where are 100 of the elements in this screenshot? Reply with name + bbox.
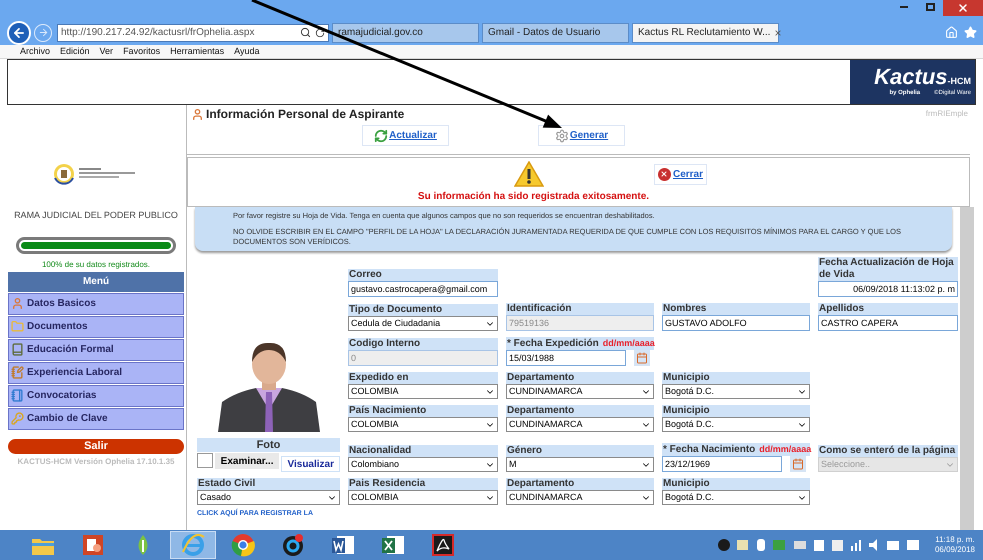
sidebar-item[interactable]: Datos Basicos bbox=[8, 292, 184, 314]
view-button[interactable]: Visualizar bbox=[281, 456, 340, 472]
calendar-icon bbox=[792, 458, 804, 470]
menu-item[interactable]: Ayuda bbox=[234, 44, 260, 58]
action-link[interactable]: Generar bbox=[538, 125, 625, 146]
folder-icon bbox=[11, 320, 24, 333]
close-icon bbox=[658, 168, 671, 180]
dropdown[interactable]: Casado bbox=[197, 490, 340, 505]
star-icon[interactable] bbox=[964, 26, 977, 39]
field-label: Codigo Interno bbox=[348, 338, 498, 350]
field-label: Foto bbox=[197, 438, 340, 452]
scrollbar[interactable] bbox=[960, 207, 974, 530]
file-path-field[interactable] bbox=[197, 453, 213, 468]
browser-tab[interactable]: Kactus RL Reclutamiento W... × bbox=[632, 22, 779, 42]
back-button[interactable] bbox=[7, 20, 31, 44]
home-icon[interactable] bbox=[945, 26, 958, 39]
field-label: Municipio bbox=[662, 372, 810, 384]
field-label: * Fecha Nacimiento bbox=[663, 444, 756, 456]
browser-tab[interactable]: ramajudicial.gov.co bbox=[332, 22, 479, 42]
menu-item[interactable]: Edición bbox=[60, 44, 90, 58]
dropdown[interactable]: Bogotá D.C. bbox=[662, 384, 810, 399]
close-link[interactable]: Cerrar bbox=[654, 164, 708, 184]
field-label: Nombres bbox=[662, 303, 810, 315]
field-label: País Nacimiento bbox=[348, 405, 498, 417]
dropdown[interactable]: CUNDINAMARCA bbox=[506, 417, 654, 432]
field-label: Departamento bbox=[506, 405, 654, 417]
dropdown[interactable]: M bbox=[506, 457, 654, 472]
dropdown[interactable]: Colombiano bbox=[348, 457, 498, 472]
browse-button[interactable]: Examinar... bbox=[214, 453, 280, 469]
logo-suffix: -HCM bbox=[948, 75, 971, 88]
key-icon bbox=[11, 412, 24, 425]
field-label: Fecha Actualización de Hoja de Vida bbox=[818, 257, 958, 281]
pdf-app-icon bbox=[432, 534, 454, 556]
action-link[interactable]: Actualizar bbox=[362, 125, 449, 146]
success-message: Su información ha sido registrada exitosamente. bbox=[418, 190, 650, 204]
date-format-hint: dd/mm/aaaa bbox=[759, 443, 812, 455]
refresh-icon[interactable] bbox=[315, 28, 325, 38]
menu-item[interactable]: Archivo bbox=[20, 44, 50, 58]
sidebar-item[interactable]: Cambio de Clave bbox=[8, 408, 184, 430]
calendar-button[interactable] bbox=[790, 456, 806, 472]
field-label: Nacionalidad bbox=[348, 445, 498, 457]
menu-item[interactable]: Ver bbox=[100, 44, 114, 58]
binder-icon bbox=[11, 389, 24, 402]
sidebar-item[interactable]: Educación Formal bbox=[8, 338, 184, 360]
field-label: Departamento bbox=[506, 372, 654, 384]
calendar-button[interactable] bbox=[634, 350, 650, 366]
text-field[interactable]: CASTRO CAPERA bbox=[818, 315, 958, 331]
address-bar[interactable]: http://190.217.24.92/kactusrl/frOphelia.aspx bbox=[57, 24, 329, 42]
logout-button[interactable]: Salir bbox=[8, 438, 184, 454]
field-label: Pais Residencia bbox=[348, 478, 498, 490]
dropdown[interactable]: COLOMBIA bbox=[348, 417, 498, 432]
page-title: Información Personal de Aspirante bbox=[206, 106, 404, 123]
field-label: Como se enteró de la página bbox=[818, 445, 958, 457]
refresh-icon bbox=[374, 128, 388, 142]
field-label: * Fecha Expedición bbox=[507, 338, 599, 350]
circle-app-icon bbox=[281, 533, 305, 557]
menu-item[interactable]: Favoritos bbox=[123, 44, 160, 58]
field-label: Estado Civil bbox=[197, 478, 340, 490]
browser-tab[interactable]: Gmail - Datos de Usuario bbox=[482, 22, 629, 42]
text-field[interactable]: gustavo.castrocapera@gmail.com bbox=[348, 281, 498, 297]
field-label: Expedido en bbox=[348, 372, 498, 384]
dropdown[interactable]: CUNDINAMARCA bbox=[506, 490, 654, 505]
clock-time: 11:18 p. m. bbox=[935, 535, 975, 545]
chrome-icon bbox=[231, 533, 255, 557]
sidebar-item[interactable]: Convocatorias bbox=[8, 384, 184, 406]
forward-arrow-icon bbox=[38, 27, 48, 38]
version-text: KACTUS-HCM Versión Ophelia 17.10.1.35 bbox=[16, 456, 176, 468]
field-label: Correo bbox=[348, 269, 498, 281]
calendar-icon bbox=[636, 352, 648, 364]
close-window-button[interactable] bbox=[943, 0, 983, 16]
sidebar-item[interactable]: Documentos bbox=[8, 316, 184, 338]
dropdown[interactable]: Bogotá D.C. bbox=[662, 417, 810, 432]
text-field[interactable]: 06/09/2018 11:13:02 p. m bbox=[818, 281, 958, 297]
logo-name: Kactus bbox=[874, 66, 948, 88]
sidebar-item[interactable]: Experiencia Laboral bbox=[8, 362, 184, 384]
menu-header: Menú bbox=[8, 272, 184, 292]
warning-icon bbox=[514, 161, 544, 187]
word-app-icon bbox=[331, 534, 355, 556]
notebook-icon bbox=[11, 366, 24, 379]
progress-caption: 100% de su datos registrados. bbox=[40, 258, 152, 270]
field-label: Identificación bbox=[506, 303, 654, 315]
gear-icon bbox=[554, 128, 569, 142]
field-label: Municipio bbox=[662, 405, 810, 417]
date-field[interactable]: 15/03/1988 bbox=[506, 350, 626, 366]
dropdown[interactable]: COLOMBIA bbox=[348, 384, 498, 399]
form-id: frmRIEmple bbox=[926, 108, 968, 120]
search-icon[interactable] bbox=[300, 27, 311, 38]
spreadsheet-app-icon bbox=[381, 534, 405, 556]
dropdown[interactable]: CUNDINAMARCA bbox=[506, 384, 654, 399]
dropdown[interactable]: Bogotá D.C. bbox=[662, 490, 810, 505]
text-field[interactable]: GUSTAVO ADOLFO bbox=[662, 315, 810, 331]
date-field[interactable]: 23/12/1969 bbox=[662, 456, 782, 472]
dropdown[interactable]: Cedula de Ciudadania bbox=[348, 316, 498, 331]
tab-close-button[interactable]: × bbox=[774, 24, 782, 42]
dropdown[interactable]: COLOMBIA bbox=[348, 490, 498, 505]
user-icon bbox=[191, 108, 204, 120]
menu-item[interactable]: Herramientas bbox=[170, 44, 224, 58]
close-icon bbox=[957, 2, 969, 14]
field-label: Municipio bbox=[662, 478, 810, 490]
field-label: Departamento bbox=[506, 478, 654, 490]
